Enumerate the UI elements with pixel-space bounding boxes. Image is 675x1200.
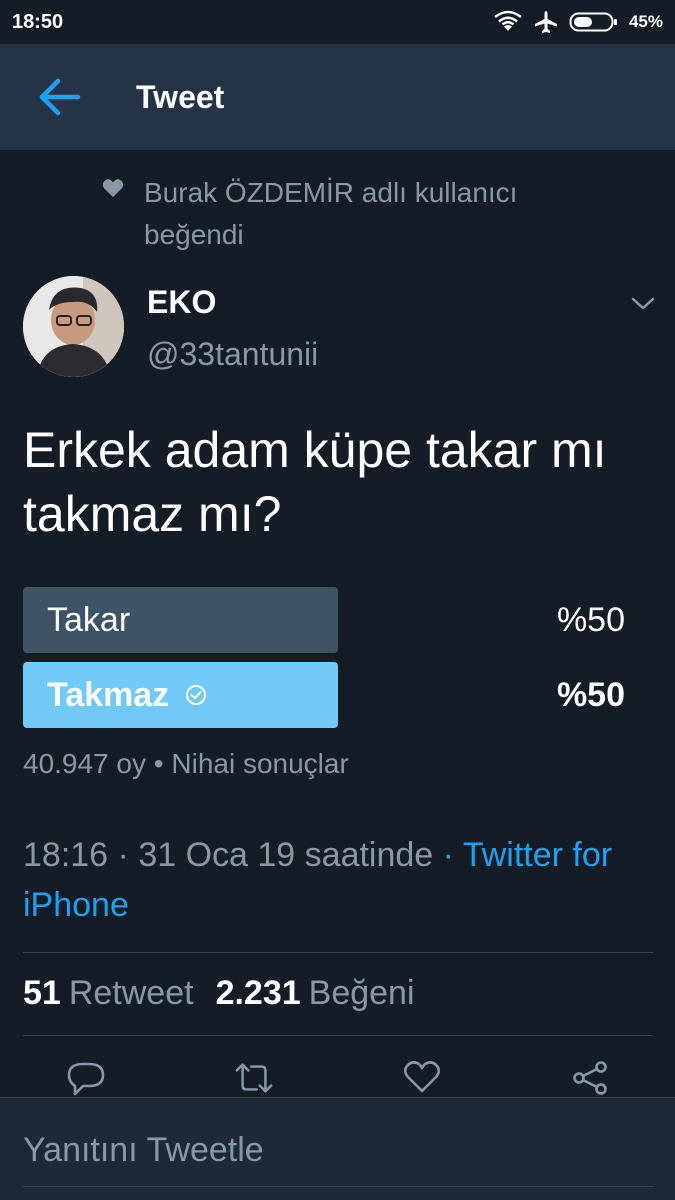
likes-stat[interactable]: 2.231 Beğeni [216, 974, 415, 1013]
meta-separator: · [442, 836, 454, 874]
tweet-date: 31 Oca 19 saatinde [138, 836, 434, 874]
chevron-down-icon [631, 297, 655, 310]
status-time: 18:50 [12, 10, 64, 33]
poll-option-label-text: Takar [47, 601, 131, 639]
poll-option-percent: %50 [556, 601, 625, 639]
poll-option-label-text: Takmaz [47, 676, 170, 714]
reply-underline [23, 1186, 653, 1187]
reply-icon [67, 1062, 105, 1096]
arrow-left-icon [39, 78, 81, 116]
like-icon [403, 1061, 441, 1093]
poll-option-takmaz: Takmaz %50 [23, 662, 653, 728]
poll-option-takar: Takar %50 [23, 587, 653, 653]
poll-meta: 40.947 oy • Nihai sonuçlar [23, 748, 349, 780]
action-bar [0, 1054, 675, 1100]
heart-icon [102, 179, 124, 198]
airplane-icon [533, 10, 559, 34]
retweet-button[interactable] [234, 1060, 274, 1100]
divider [23, 952, 653, 953]
likes-count: 2.231 [215, 974, 301, 1012]
reply-button[interactable] [66, 1060, 106, 1100]
meta-separator: · [117, 836, 129, 874]
poll-separator: • [153, 748, 164, 779]
wifi-icon [493, 10, 523, 34]
social-context-text: Burak ÖZDEMİR adlı kullanıcı beğendi [144, 177, 518, 250]
tweet-timestamp: 18:16 · 31 Oca 19 saatinde · Twitter for… [23, 830, 653, 930]
poll-option-label: Takmaz [47, 662, 207, 728]
reply-input[interactable] [23, 1122, 653, 1178]
divider [23, 1035, 653, 1036]
tweet-text: Erkek adam küpe takar mı takmaz mı? [23, 422, 607, 542]
top-app-bar: Tweet [0, 44, 675, 150]
retweets-count: 51 [23, 974, 61, 1012]
avatar[interactable] [23, 276, 124, 377]
tweet-stats: 51 Retweet 2.231 Beğeni [23, 974, 415, 1013]
poll-option-percent: %50 [556, 676, 625, 714]
tweet-options-button[interactable] [626, 290, 660, 318]
reply-bar [0, 1097, 675, 1200]
retweets-stat[interactable]: 51 Retweet [23, 974, 194, 1013]
page-title: Tweet [136, 78, 225, 115]
tweet-time: 18:16 [23, 836, 109, 874]
likes-label: Beğeni [308, 974, 415, 1012]
poll-status: Nihai sonuçlar [171, 748, 349, 779]
back-button[interactable] [30, 67, 90, 127]
like-button[interactable] [402, 1060, 442, 1100]
status-bar: 18:50 45% [0, 0, 675, 44]
check-circle-icon [186, 685, 207, 705]
battery-icon [569, 11, 619, 33]
status-icons: 45% [493, 10, 663, 34]
author-name[interactable]: EKO [147, 284, 216, 321]
share-button[interactable] [570, 1060, 610, 1100]
battery-percent: 45% [628, 12, 663, 31]
share-icon [573, 1061, 607, 1095]
retweet-icon [235, 1063, 273, 1093]
retweets-label: Retweet [68, 974, 194, 1012]
poll-option-label: Takar [47, 587, 130, 653]
author-handle[interactable]: @33tantunii [147, 336, 318, 373]
poll-votes: 40.947 oy [23, 748, 146, 779]
social-context[interactable]: Burak ÖZDEMİR adlı kullanıcı beğendi [100, 172, 620, 256]
